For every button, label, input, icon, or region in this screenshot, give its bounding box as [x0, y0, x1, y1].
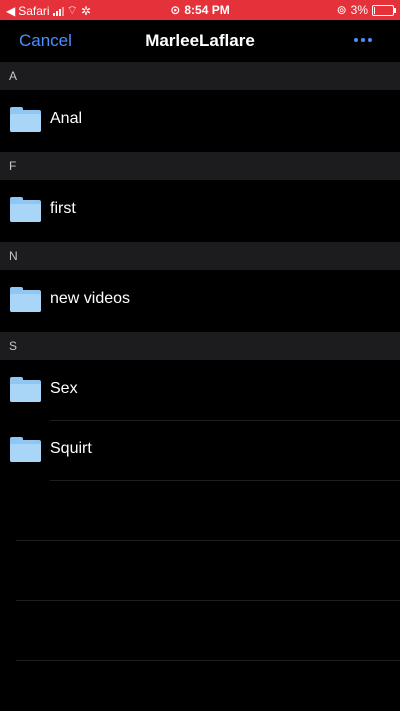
empty-row-divider: [16, 540, 400, 541]
alarm-icon: ⊙: [170, 3, 181, 17]
section-letter: N: [9, 249, 18, 263]
folder-icon: [10, 287, 41, 312]
section-letter: A: [9, 69, 18, 83]
folder-icon: [10, 437, 41, 462]
folder-name: Squirt: [50, 440, 92, 457]
nav-bar: Cancel MarleeLaflare: [0, 20, 400, 62]
folder-icon: [10, 107, 41, 132]
folder-row-sex[interactable]: Sex: [0, 360, 400, 420]
status-bar: ◀ Safari ⌔ ✲ ⊙ 8:54 PM ⊚ 3%: [0, 0, 400, 20]
section-header-a: A: [0, 62, 400, 90]
folder-row-first[interactable]: first: [0, 180, 400, 240]
empty-row-divider: [16, 600, 400, 601]
folder-name: Sex: [50, 380, 78, 397]
battery-icon: [372, 4, 396, 16]
folder-row-new-videos[interactable]: new videos: [0, 270, 400, 330]
folder-name: first: [50, 200, 76, 217]
battery-percent: 3%: [350, 3, 368, 17]
section-header-s: S: [0, 332, 400, 360]
folder-icon: [10, 377, 41, 402]
empty-row-divider: [16, 660, 400, 661]
folder-name: new videos: [50, 290, 131, 307]
folder-row-squirt[interactable]: Squirt: [0, 420, 400, 480]
section-header-n: N: [0, 242, 400, 270]
folder-icon: [10, 197, 41, 222]
page-title: MarleeLaflare: [145, 31, 255, 50]
section-header-f: F: [0, 152, 400, 180]
status-time: 8:54 PM: [184, 3, 230, 17]
folder-row-anal[interactable]: Anal: [0, 90, 400, 150]
orientation-lock-icon: ⊚: [336, 3, 347, 17]
section-letter: F: [9, 159, 17, 173]
row-divider: [50, 480, 400, 481]
ellipsis-icon[interactable]: [354, 38, 372, 42]
section-letter: S: [9, 339, 18, 353]
folder-name: Anal: [50, 110, 83, 127]
